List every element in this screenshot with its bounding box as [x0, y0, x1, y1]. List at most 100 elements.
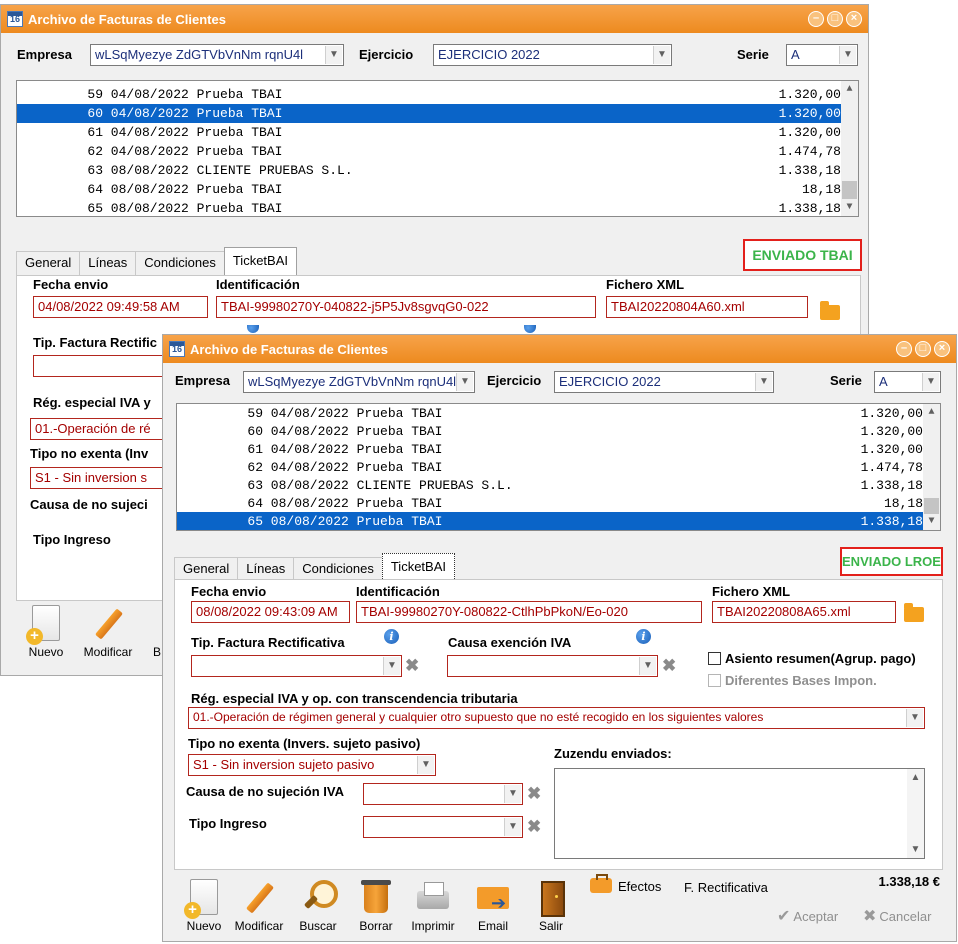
chevron-down-icon[interactable]: ▼: [839, 46, 856, 64]
list-scrollbar[interactable]: ▲ ▼: [923, 404, 940, 530]
serie-select[interactable]: A ▼: [786, 44, 858, 66]
zuzendu-textarea[interactable]: ▲ ▼: [554, 768, 925, 859]
empresa-select[interactable]: wLSqMyezye ZdGTVbVnNm rqnU4l ▼: [90, 44, 344, 66]
reg-especial-field[interactable]: 01.-Operación de ré: [30, 418, 170, 440]
tipo-no-exenta-select[interactable]: S1 - Sin inversion sujeto pasivo ▼: [188, 754, 436, 776]
fichero-xml-field[interactable]: TBAI20220808A65.xml: [712, 601, 896, 623]
ejercicio-select[interactable]: EJERCICIO 2022 ▼: [554, 371, 774, 393]
ejercicio-select[interactable]: EJERCICIO 2022 ▼: [433, 44, 672, 66]
asiento-resumen-checkbox[interactable]: [708, 652, 721, 665]
scroll-up-icon[interactable]: ▲: [907, 769, 924, 786]
chevron-down-icon[interactable]: ▼: [383, 657, 400, 675]
diferentes-bases-checkbox[interactable]: [708, 674, 721, 687]
scroll-thumb[interactable]: [842, 181, 857, 199]
chevron-down-icon[interactable]: ▼: [504, 785, 521, 803]
table-row[interactable]: 63 08/08/2022 CLIENTE PRUEBAS S.L. 1.338,…: [177, 476, 923, 495]
identificacion-field[interactable]: TBAI-99980270Y-080822-CtlhPbPkoN/Eo-020: [356, 601, 702, 623]
chevron-down-icon[interactable]: ▼: [653, 46, 670, 64]
chevron-down-icon[interactable]: ▼: [639, 657, 656, 675]
table-row[interactable]: 59 04/08/2022 Prueba TBAI 1.320,00: [177, 404, 923, 423]
tip-factura-field[interactable]: [33, 355, 169, 377]
list-scrollbar[interactable]: ▲ ▼: [841, 81, 858, 216]
chevron-down-icon[interactable]: ▼: [325, 46, 342, 64]
nuevo-button[interactable]: Nuevo: [175, 879, 233, 933]
rectificativa-button[interactable]: F. Rectificativa: [684, 880, 768, 895]
causa-no-sujecion-select[interactable]: ▼: [363, 783, 523, 805]
efectos-button[interactable]: Efectos: [590, 874, 661, 894]
aceptar-button[interactable]: ✔ Aceptar: [777, 906, 838, 926]
chevron-down-icon[interactable]: ▼: [906, 709, 923, 727]
chevron-down-icon[interactable]: ▼: [417, 756, 434, 774]
folder-icon[interactable]: [904, 603, 924, 622]
serie-select[interactable]: A ▼: [874, 371, 941, 393]
minimize-icon[interactable]: –: [808, 11, 824, 27]
close-icon[interactable]: ×: [934, 341, 950, 357]
table-row[interactable]: 62 04/08/2022 Prueba TBAI 1.474,78: [17, 142, 841, 161]
scroll-thumb[interactable]: [924, 498, 939, 514]
table-row[interactable]: 65 08/08/2022 Prueba TBAI 1.338,18: [177, 512, 923, 530]
table-row[interactable]: 65 08/08/2022 Prueba TBAI 1.338,18: [17, 199, 841, 216]
scroll-down-icon[interactable]: ▼: [907, 841, 924, 858]
reg-especial-select[interactable]: 01.-Operación de régimen general y cualq…: [188, 707, 925, 729]
salir-button[interactable]: Salir: [522, 879, 580, 933]
textarea-scrollbar[interactable]: ▲ ▼: [907, 769, 924, 858]
table-row[interactable]: 61 04/08/2022 Prueba TBAI 1.320,00: [177, 440, 923, 459]
invoice-list[interactable]: 65 08/08/2022 Prueba TBAI 1.338,18 64 08/0…: [176, 403, 941, 531]
info-icon[interactable]: i: [384, 629, 399, 644]
table-row[interactable]: 60 04/08/2022 Prueba TBAI 1.320,00: [177, 422, 923, 441]
causa-exencion-select[interactable]: ▼: [447, 655, 658, 677]
modificar-button[interactable]: Modificar: [230, 879, 288, 933]
table-row[interactable]: 64 08/08/2022 Prueba TBAI 18,18: [177, 494, 923, 513]
table-row[interactable]: 60 04/08/2022 Prueba TBAI 1.320,00: [17, 104, 841, 123]
tab-general[interactable]: General: [174, 557, 239, 581]
chevron-down-icon[interactable]: ▼: [922, 373, 939, 391]
empresa-select[interactable]: wLSqMyezye ZdGTVbVnNm rqnU4l ▼: [243, 371, 475, 393]
tab-ticketbai[interactable]: TicketBAI: [381, 553, 455, 581]
tip-factura-select[interactable]: ▼: [191, 655, 402, 677]
folder-icon[interactable]: [820, 301, 840, 320]
scroll-down-icon[interactable]: ▼: [923, 513, 940, 530]
title-bar[interactable]: 16 Archivo de Facturas de Clientes – □ ×: [163, 335, 956, 363]
identificacion-field[interactable]: TBAI-99980270Y-040822-j5P5Jv8sgvqG0-022: [216, 296, 596, 318]
nuevo-button[interactable]: Nuevo: [17, 605, 75, 659]
buscar-button[interactable]: Buscar: [289, 879, 347, 933]
chevron-down-icon[interactable]: ▼: [456, 373, 473, 391]
table-row[interactable]: 59 04/08/2022 Prueba TBAI 1.320,00: [17, 85, 841, 104]
cancelar-button[interactable]: ✖ Cancelar: [863, 906, 931, 926]
tipo-ingreso-select[interactable]: ▼: [363, 816, 523, 838]
close-icon[interactable]: ×: [846, 11, 862, 27]
chevron-down-icon[interactable]: ▼: [755, 373, 772, 391]
clear-icon[interactable]: ✖: [527, 785, 541, 802]
clear-icon[interactable]: ✖: [527, 818, 541, 835]
scroll-up-icon[interactable]: ▲: [923, 404, 940, 421]
maximize-icon[interactable]: □: [827, 11, 843, 27]
table-row[interactable]: 63 08/08/2022 CLIENTE PRUEBAS S.L. 1.338,…: [17, 161, 841, 180]
fecha-envio-field[interactable]: 08/08/2022 09:43:09 AM: [191, 601, 350, 623]
tab-general[interactable]: General: [16, 251, 81, 275]
title-bar[interactable]: 16 Archivo de Facturas de Clientes – □ ×: [1, 5, 868, 33]
maximize-icon[interactable]: □: [915, 341, 931, 357]
invoice-list[interactable]: 65 08/08/2022 Prueba TBAI 1.338,18 64 08/0…: [16, 80, 859, 217]
tab-condiciones[interactable]: Condiciones: [293, 557, 383, 581]
table-row[interactable]: 64 08/08/2022 Prueba TBAI 18,18: [17, 180, 841, 199]
tab-condiciones[interactable]: Condiciones: [135, 251, 225, 275]
scroll-down-icon[interactable]: ▼: [841, 199, 858, 216]
invoice-window-front[interactable]: 16 Archivo de Facturas de Clientes – □ ×…: [162, 334, 957, 942]
fichero-xml-field[interactable]: TBAI20220804A60.xml: [606, 296, 808, 318]
minimize-icon[interactable]: –: [896, 341, 912, 357]
info-icon[interactable]: i: [636, 629, 651, 644]
clear-icon[interactable]: ✖: [662, 657, 676, 674]
table-row[interactable]: 61 04/08/2022 Prueba TBAI 1.320,00: [17, 123, 841, 142]
scroll-up-icon[interactable]: ▲: [841, 81, 858, 98]
imprimir-button[interactable]: Imprimir: [404, 879, 462, 933]
table-row[interactable]: 62 04/08/2022 Prueba TBAI 1.474,78: [177, 458, 923, 477]
clear-icon[interactable]: ✖: [405, 657, 419, 674]
buscar-button[interactable]: B: [129, 605, 163, 659]
borrar-button[interactable]: Borrar: [347, 879, 405, 933]
tipo-no-exenta-field[interactable]: S1 - Sin inversion s: [30, 467, 170, 489]
email-button[interactable]: Email: [464, 879, 522, 933]
chevron-down-icon[interactable]: ▼: [504, 818, 521, 836]
tab-ticketbai[interactable]: TicketBAI: [223, 247, 297, 275]
tab-lineas[interactable]: Líneas: [79, 251, 137, 275]
fecha-envio-field[interactable]: 04/08/2022 09:49:58 AM: [33, 296, 208, 318]
